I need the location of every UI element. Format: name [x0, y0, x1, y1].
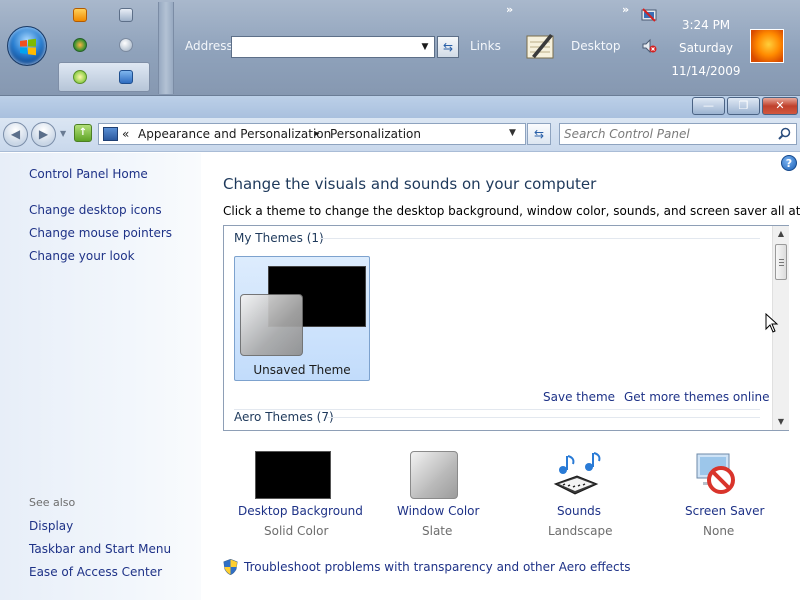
my-themes-group-header[interactable]: My Themes (1)	[234, 231, 324, 245]
theme-name: Unsaved Theme	[253, 363, 351, 377]
network-tray-icon[interactable]	[641, 7, 657, 23]
breadcrumb-overflow[interactable]: «	[122, 127, 129, 141]
search-icon[interactable]	[778, 127, 791, 140]
desktop-chevron-icon[interactable]: »	[622, 3, 629, 16]
page-title: Change the visuals and sounds on your co…	[223, 175, 597, 193]
window-color-link[interactable]: Window Color	[397, 504, 479, 518]
up-level-button[interactable]: ↑	[74, 124, 92, 142]
group-divider	[327, 417, 760, 418]
maximize-button[interactable]: ❐	[727, 97, 760, 115]
start-button[interactable]	[7, 26, 47, 66]
taskbar-window-button-2[interactable]	[106, 66, 146, 90]
clock-day: Saturday	[678, 41, 734, 55]
system-clock[interactable]: 3:24 PM Saturday 11/14/2009	[668, 14, 744, 83]
close-button[interactable]: ✕	[762, 97, 798, 115]
troubleshoot-aero-link[interactable]: Troubleshoot problems with transparency …	[244, 560, 631, 574]
quicklaunch-network[interactable]	[106, 4, 146, 28]
media-center-icon	[73, 38, 87, 52]
taskbar-start-menu-link[interactable]: Taskbar and Start Menu	[29, 542, 171, 556]
scroll-up-arrow-icon[interactable]: ▲	[773, 226, 789, 242]
see-also-heading: See also	[29, 496, 76, 509]
desktop-background-swatch[interactable]	[255, 451, 331, 499]
desktop-notepad-icon[interactable]	[524, 30, 556, 62]
control-panel-icon	[103, 127, 118, 141]
scroll-grip	[779, 265, 784, 266]
messenger-icon	[73, 70, 87, 84]
breadcrumb[interactable]: « Appearance and Personalization ▸ Perso…	[98, 123, 526, 145]
address-go-button[interactable]: ⇆	[437, 36, 459, 58]
quicklaunch-media-center[interactable]	[60, 34, 100, 58]
quicklaunch-media-player[interactable]	[60, 4, 100, 28]
aero-themes-group-header[interactable]: Aero Themes (7)	[234, 410, 334, 424]
sounds-link[interactable]: Sounds	[557, 504, 601, 518]
forward-button[interactable]: ▶	[31, 122, 56, 147]
help-icon[interactable]: ?	[781, 155, 797, 171]
volume-muted-icon[interactable]	[641, 38, 657, 54]
breadcrumb-appearance[interactable]: Appearance and Personalization	[138, 127, 331, 141]
window-title-bar[interactable]	[0, 96, 800, 118]
group-divider	[320, 238, 760, 239]
scroll-grip	[779, 259, 784, 260]
search-input[interactable]	[564, 126, 774, 142]
taskbar-window-button-1[interactable]	[60, 66, 100, 90]
network-icon	[119, 8, 133, 22]
scroll-down-arrow-icon[interactable]: ▼	[773, 414, 789, 430]
control-panel-home-link[interactable]: Control Panel Home	[29, 167, 148, 181]
shield-icon	[223, 559, 238, 575]
recent-pages-dropdown[interactable]: ▼	[60, 129, 66, 138]
clock-time: 3:24 PM	[681, 18, 731, 32]
display-link[interactable]: Display	[29, 519, 73, 533]
taskbar: Address ▼ ⇆ Links » Desktop » 3:24 PM Sa…	[0, 0, 800, 96]
desktop-background-value: Solid Color	[264, 524, 329, 538]
windows-logo-icon	[20, 38, 36, 56]
window-color-value: Slate	[422, 524, 453, 538]
minimize-button[interactable]: —	[692, 97, 725, 115]
mouse-cursor-icon	[765, 313, 779, 333]
links-toolbar-label[interactable]: Links	[470, 39, 501, 53]
address-toolbar-label: Address	[185, 39, 233, 53]
quicklaunch-browser[interactable]	[106, 34, 146, 58]
breadcrumb-personalization[interactable]: Personalization	[330, 127, 421, 141]
breadcrumb-separator-icon[interactable]: ▸	[315, 129, 320, 139]
sounds-value: Landscape	[548, 524, 613, 538]
clock-date: 11/14/2009	[671, 64, 741, 78]
screen-saver-link[interactable]: Screen Saver	[685, 504, 764, 518]
taskbar-divider[interactable]	[158, 2, 174, 94]
save-theme-link[interactable]: Save theme	[543, 390, 615, 404]
window-color-swatch[interactable]	[410, 451, 458, 499]
ease-of-access-link[interactable]: Ease of Access Center	[29, 565, 162, 579]
change-mouse-pointers-link[interactable]: Change mouse pointers	[29, 226, 172, 240]
address-dropdown[interactable]: ▼	[416, 37, 434, 57]
screen-saver-value: None	[703, 524, 735, 538]
music-notes-icon[interactable]	[551, 450, 601, 500]
search-box[interactable]	[559, 123, 797, 145]
get-more-themes-link[interactable]: Get more themes online	[624, 390, 770, 404]
themes-list[interactable]: My Themes (1) Unsaved Theme Save theme G…	[223, 225, 789, 431]
unsaved-theme-tile[interactable]: Unsaved Theme	[234, 256, 370, 381]
user-avatar[interactable]	[750, 29, 784, 63]
back-button[interactable]: ◀	[3, 122, 28, 147]
globe-icon	[119, 38, 133, 52]
media-player-icon	[73, 8, 87, 22]
theme-preview-window	[240, 294, 303, 356]
change-your-look-link[interactable]: Change your look	[29, 249, 135, 263]
links-chevron-icon[interactable]: »	[506, 3, 513, 16]
change-desktop-icons-link[interactable]: Change desktop icons	[29, 203, 162, 217]
page-description: Click a theme to change the desktop back…	[223, 204, 800, 218]
address-input[interactable]	[231, 36, 435, 58]
desktop-background-link[interactable]: Desktop Background	[238, 504, 363, 518]
control-panel-icon	[119, 70, 133, 84]
refresh-button[interactable]: ⇆	[527, 123, 551, 145]
desktop-toolbar-label[interactable]: Desktop	[571, 39, 621, 53]
no-screensaver-icon[interactable]	[692, 450, 742, 500]
scroll-thumb[interactable]	[775, 244, 787, 280]
breadcrumb-dropdown[interactable]: ▼	[509, 128, 516, 138]
scroll-grip	[779, 262, 784, 263]
